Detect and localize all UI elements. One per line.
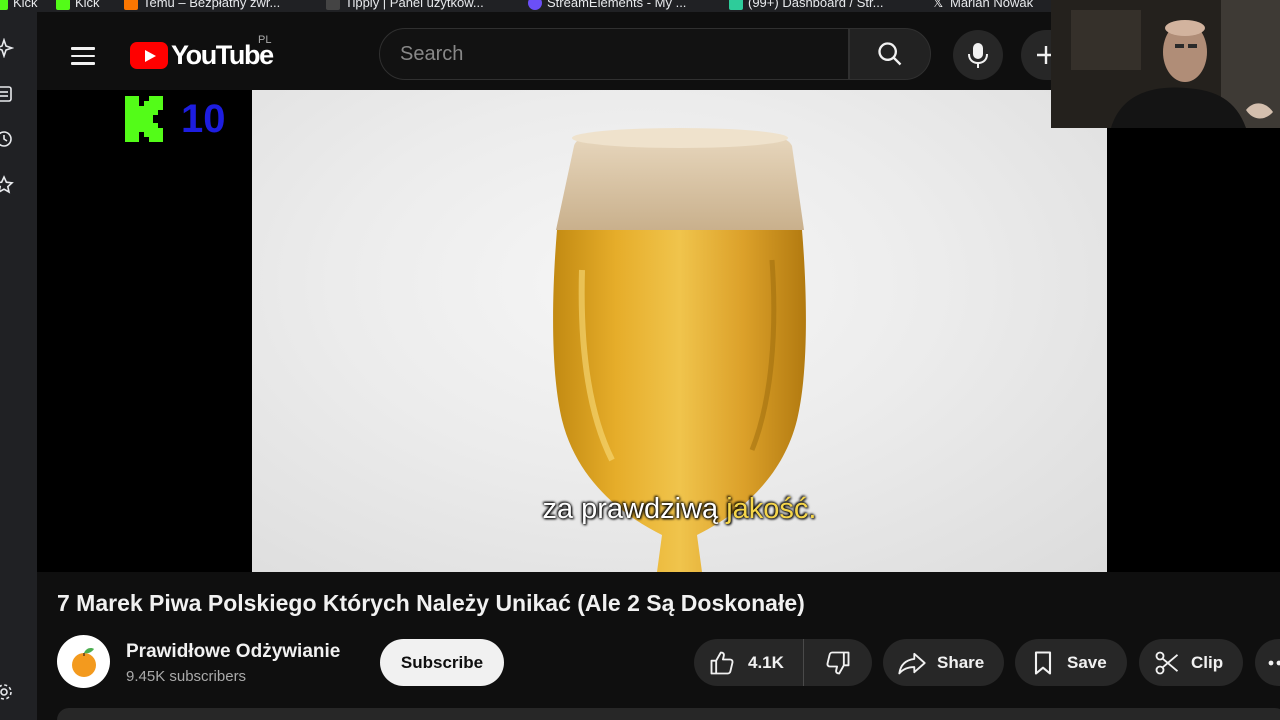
share-label: Share xyxy=(937,652,985,672)
microphone-icon xyxy=(968,43,988,68)
search-icon xyxy=(878,42,902,66)
history-icon[interactable] xyxy=(0,129,14,149)
bookmark-label: Temu – Bezpłatny zwr... xyxy=(143,0,281,10)
clip-button[interactable]: Clip xyxy=(1139,639,1243,686)
menu-bar xyxy=(71,47,95,50)
bookmark-star-icon[interactable] xyxy=(0,175,14,195)
scissors-icon xyxy=(1155,651,1179,674)
bookmark-label: Marian Nowak xyxy=(950,0,1034,10)
share-arrow-icon xyxy=(898,652,926,674)
bookmark-label: (99+) Dashboard / Str... xyxy=(748,0,884,10)
bookmark-kick-2[interactable]: Kick xyxy=(56,0,100,10)
country-code: PL xyxy=(258,34,272,46)
bookmark-label: Kick xyxy=(75,0,100,10)
more-dots-icon xyxy=(1268,660,1280,665)
subscribe-button[interactable]: Subscribe xyxy=(380,639,504,686)
video-player[interactable]: 10 za prawdziwą jakość. xyxy=(37,90,1280,572)
subscriber-count: 9.45K subscribers xyxy=(126,668,247,685)
tipply-favicon-icon xyxy=(326,0,340,10)
like-count: 4.1K xyxy=(748,652,784,672)
more-actions-button[interactable] xyxy=(1255,639,1280,686)
reading-list-icon[interactable] xyxy=(0,84,14,104)
bookmark-streamelements[interactable]: StreamElements - My ... xyxy=(528,0,686,10)
orange-fruit-icon xyxy=(71,647,96,677)
video-frame: za prawdziwą jakość. xyxy=(252,90,1107,572)
dislike-button[interactable] xyxy=(804,639,872,686)
menu-bar xyxy=(71,54,95,58)
thumbs-down-icon xyxy=(826,651,850,674)
like-button[interactable]: 4.1K xyxy=(694,639,804,686)
youtube-play-icon xyxy=(130,42,168,69)
bookmark-tipply[interactable]: Tipply | Panel użytkow... xyxy=(326,0,484,10)
bookmark-dashboard[interactable]: (99+) Dashboard / Str... xyxy=(729,0,883,10)
sparkle-icon[interactable] xyxy=(0,38,14,58)
save-label: Save xyxy=(1067,652,1107,672)
browser-side-rail xyxy=(0,12,37,720)
clip-label: Clip xyxy=(1191,652,1224,672)
search-input[interactable] xyxy=(380,29,848,79)
subtitle-text: za prawdziwą xyxy=(542,493,727,525)
menu-bar xyxy=(71,62,95,65)
bookmark-label: Tipply | Panel użytkow... xyxy=(345,0,484,10)
webcam-feed-image xyxy=(1051,0,1280,128)
video-subtitle: za prawdziwą jakość. xyxy=(252,493,1107,526)
bookmark-label: Kick xyxy=(13,0,38,10)
kick-favicon-icon xyxy=(0,0,8,10)
channel-avatar[interactable] xyxy=(57,635,110,688)
kick-viewer-count: 10 xyxy=(181,96,226,141)
video-title: 7 Marek Piwa Polskiego Których Należy Un… xyxy=(57,590,805,616)
bookmark-temu[interactable]: Temu – Bezpłatny zwr... xyxy=(124,0,280,10)
kick-favicon-icon xyxy=(56,0,70,10)
bookmark-x-profile[interactable]: 𝕏 Marian Nowak xyxy=(931,0,1033,10)
hamburger-menu-button[interactable] xyxy=(63,36,103,76)
x-logo-icon: 𝕏 xyxy=(932,0,944,10)
youtube-logo[interactable]: YouTube xyxy=(130,40,274,71)
channel-name[interactable]: Prawidłowe Odżywianie xyxy=(126,641,340,663)
bookmark-label: StreamElements - My ... xyxy=(547,0,687,10)
thumbs-up-icon xyxy=(710,651,734,674)
bookmark-kick-1[interactable]: Kick xyxy=(0,0,38,10)
streamelements-favicon-icon xyxy=(528,0,542,10)
bookmark-save-icon xyxy=(1034,650,1052,675)
search-button[interactable] xyxy=(849,28,931,80)
kick-viewer-counter: 10 xyxy=(125,96,226,142)
dashboard-favicon-icon xyxy=(729,0,743,10)
subtitle-highlight: jakość. xyxy=(726,493,817,525)
save-button[interactable]: Save xyxy=(1015,639,1127,686)
share-button[interactable]: Share xyxy=(883,639,1004,686)
kick-logo-icon xyxy=(125,96,163,142)
settings-gear-icon[interactable] xyxy=(0,682,14,702)
temu-favicon-icon xyxy=(124,0,138,10)
like-dislike-group: 4.1K xyxy=(694,639,872,686)
description-box[interactable] xyxy=(57,708,1280,720)
search-box xyxy=(379,28,849,80)
voice-search-button[interactable] xyxy=(953,30,1003,80)
streamer-webcam-overlay xyxy=(1051,0,1280,128)
